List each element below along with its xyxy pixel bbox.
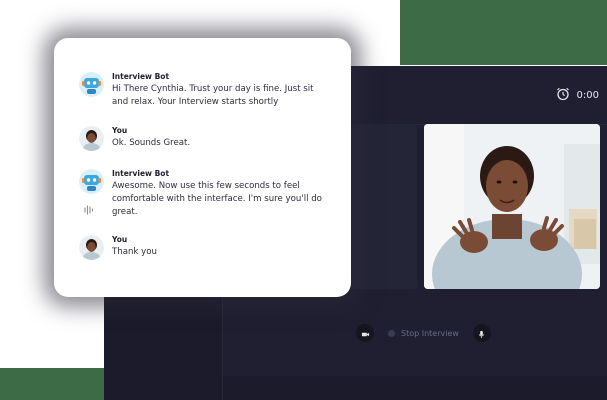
- app-footer: [223, 376, 607, 400]
- chat-message: You Thank you: [79, 235, 157, 260]
- user-avatar: [79, 126, 104, 151]
- alarm-clock-icon: [556, 86, 570, 105]
- chat-panel: Interview Bot Hi There Cynthia. Trust yo…: [54, 38, 351, 297]
- call-controls: Stop Interview: [356, 324, 491, 342]
- message-text: Ok. Sounds Great.: [112, 138, 191, 148]
- sound-wave-icon[interactable]: [83, 201, 95, 215]
- chat-message: You Ok. Sounds Great.: [79, 126, 190, 151]
- candidate-video-image: [424, 124, 600, 289]
- message-sender: You: [112, 126, 128, 135]
- chat-message: Interview Bot Awesome. Now use this few …: [79, 169, 322, 219]
- message-sender: Interview Bot: [112, 169, 170, 178]
- candidate-video-tile: [424, 124, 600, 289]
- stop-icon: [388, 329, 395, 337]
- user-avatar: [79, 235, 104, 260]
- background-green-top: [400, 0, 607, 65]
- robot-avatar-icon: [79, 72, 104, 97]
- message-text: Awesome. Now use this few seconds to fee…: [112, 181, 322, 217]
- background-green-bottom: [0, 368, 110, 400]
- video-camera-icon: [361, 324, 370, 343]
- camera-toggle-button[interactable]: [356, 324, 374, 342]
- microphone-icon: [477, 324, 486, 343]
- microphone-toggle-button[interactable]: [472, 324, 491, 343]
- message-text: Thank you: [112, 247, 157, 257]
- message-text: Hi There Cynthia. Trust your day is fine…: [112, 84, 314, 107]
- robot-avatar-icon: [79, 169, 104, 194]
- stop-interview-label: Stop Interview: [401, 328, 459, 338]
- message-sender: You: [112, 235, 128, 244]
- message-sender: Interview Bot: [112, 72, 170, 81]
- timer-value: 0:00: [576, 90, 599, 101]
- stop-interview-button[interactable]: Stop Interview: [388, 329, 459, 338]
- timer: 0:00: [556, 86, 599, 105]
- chat-message: Interview Bot Hi There Cynthia. Trust yo…: [79, 72, 332, 109]
